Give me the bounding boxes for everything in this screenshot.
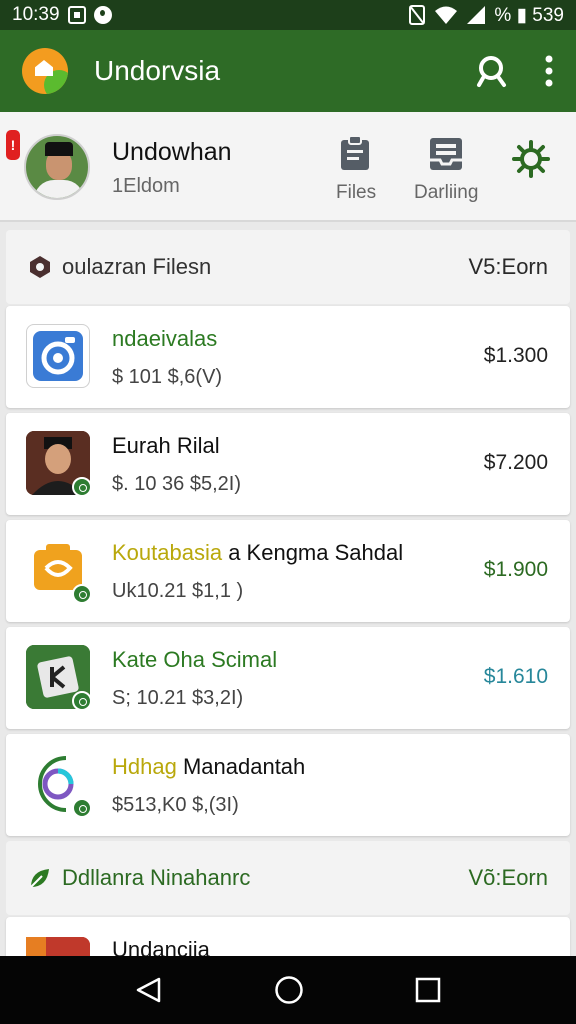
notification-icon [67,6,86,24]
profile-name: Undowhan [112,138,232,166]
item-price: $1.300 [483,344,548,367]
notification-badge[interactable]: ! [6,130,20,160]
list-item[interactable]: Koutabasia a Kengma Sahdal Uk10.21 $1,1 … [6,520,570,622]
section-header[interactable]: oulazran Filesn V5:Eorn [6,230,570,304]
darliing-label: Darliing [414,182,479,203]
item-meta: Uk10.21 $1,1 ) [112,580,244,602]
recents-icon[interactable] [415,977,441,1003]
signal-icon [467,6,486,24]
files-button[interactable]: Files [336,136,376,204]
item-title: Hdhag Manadantah [112,754,305,780]
inbox-icon [430,138,463,170]
app-logo-icon [22,48,68,94]
verified-badge-icon [72,584,92,604]
item-title-highlight: Hdhag [112,754,177,779]
section-title: oulazran Filesn [62,254,212,279]
search-icon[interactable] [476,54,510,88]
list-item[interactable]: Eurah Rilal $. 10 36 $5,2I) $7.200 [6,413,570,515]
profile-subtitle: 1Eldom [112,175,180,197]
item-price: $1.900 [483,558,548,581]
section-title: Ddllanra Ninahanrc [62,865,251,890]
item-title-rest: a Kengma Sahdal [222,540,404,565]
status-time: 10:39 [12,4,60,25]
item-title: Eurah Rilal [112,433,220,458]
home-icon[interactable] [274,975,304,1005]
item-title: Kate Oha Scimal [112,647,278,672]
item-title-highlight: Koutabasia [112,540,223,565]
more-vert-icon[interactable] [544,55,554,87]
no-sim-icon [409,5,426,25]
camera-app-icon [26,324,90,388]
system-nav-bar [0,956,576,1024]
clipboard-icon [341,136,370,170]
item-title-rest: Manadantah [176,754,306,779]
settings-gear-icon[interactable] [512,140,550,178]
list-item[interactable]: Kate Oha Scimal S; 10.21 $3,2I) $1.610 [6,627,570,729]
battery-text: % ▮ 539 [494,4,564,26]
item-meta: $ 101 $,6(V) [112,366,223,388]
profile-header: ! Undowhan 1Eldom Files Darliing [0,112,576,222]
item-title: Koutabasia a Kengma Sahdal [112,540,403,566]
hexagon-icon [30,256,50,278]
section-header[interactable]: Ddllanra Ninahanrc Võ:Eorn [6,841,570,915]
verified-badge-icon [72,691,92,711]
files-label: Files [336,182,377,203]
list-item[interactable]: Hdhag Manadantah $513,K0 $,(3I) [6,734,570,836]
list-item[interactable]: ndaeivalas $ 101 $,6(V) $1.300 [6,306,570,408]
darliing-button[interactable]: Darliing [414,136,478,204]
app-title: Undorvsia [94,55,221,86]
section-value: Võ:Eorn [468,865,549,890]
leaf-icon [30,869,49,888]
avatar[interactable] [24,134,90,200]
item-meta: $. 10 36 $5,2I) [112,473,241,495]
status-bar: 10:39 % ▮ 539 [0,0,576,30]
back-icon[interactable] [135,976,163,1004]
verified-badge-icon [72,477,92,497]
wifi-icon [435,6,458,24]
item-price: $7.200 [483,451,548,474]
app-bar: Undorvsia [0,30,576,112]
verified-badge-icon [72,798,92,818]
section-value: V5:Eorn [468,254,549,279]
item-meta: $513,K0 $,(3I) [112,794,239,816]
item-meta: S; 10.21 $3,2I) [112,687,244,709]
item-title: ndaeivalas [112,326,218,351]
content-list: oulazran Filesn V5:Eorn ndaeivalas $ 101… [6,230,570,1024]
app-notification-icon [93,6,112,24]
item-price: $1.610 [483,665,548,688]
